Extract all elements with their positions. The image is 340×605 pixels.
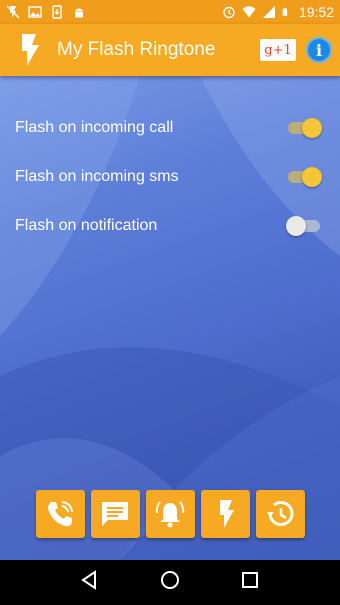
setting-incoming-sms: Flash on incoming sms xyxy=(0,157,340,197)
notification-bell-icon xyxy=(155,501,185,528)
google-plus-one-button[interactable]: g+1 xyxy=(260,39,296,61)
image-icon xyxy=(28,6,42,18)
home-icon xyxy=(161,571,179,589)
call-tab-button[interactable] xyxy=(35,490,85,538)
app-bar: My Flash Ringtone g+1 i xyxy=(0,24,340,76)
incoming-call-toggle[interactable] xyxy=(286,118,322,138)
system-nav-bar xyxy=(0,560,340,605)
recents-button[interactable] xyxy=(239,569,261,596)
download-icon xyxy=(52,5,62,19)
status-right-icons: 19:52 xyxy=(222,4,334,20)
sms-tab-button[interactable] xyxy=(90,490,140,538)
setting-notification: Flash on notification xyxy=(0,206,340,246)
toggle-thumb xyxy=(286,216,306,236)
wifi-icon xyxy=(242,6,256,18)
back-button[interactable] xyxy=(79,569,101,596)
alarm-icon xyxy=(223,6,235,19)
android-icon xyxy=(75,8,83,18)
phone-call-icon xyxy=(48,501,73,527)
back-icon xyxy=(81,570,96,590)
background-wallpaper xyxy=(0,76,340,560)
bottom-tab-bar xyxy=(0,490,340,540)
setting-incoming-call: Flash on incoming call xyxy=(0,108,340,148)
notification-toggle[interactable] xyxy=(286,216,322,236)
status-left-icons xyxy=(6,5,86,19)
flash-icon xyxy=(220,500,234,528)
incoming-sms-toggle[interactable] xyxy=(286,167,322,187)
sms-icon xyxy=(102,502,128,526)
history-icon xyxy=(267,501,294,526)
flash-off-icon xyxy=(6,5,20,19)
setting-label: Flash on notification xyxy=(15,217,158,234)
toggle-thumb xyxy=(302,118,322,138)
settings-panel: Flash on incoming call Flash on incoming… xyxy=(0,76,340,560)
battery-icon xyxy=(282,7,288,16)
notification-tab-button[interactable] xyxy=(145,490,195,538)
setting-label: Flash on incoming call xyxy=(15,119,174,136)
status-time: 19:52 xyxy=(298,4,334,20)
home-button[interactable] xyxy=(159,569,181,596)
setting-label: Flash on incoming sms xyxy=(15,168,179,185)
flash-tab-button[interactable] xyxy=(200,490,250,538)
signal-icon xyxy=(262,6,275,18)
info-button[interactable]: i xyxy=(306,37,332,63)
app-title: My Flash Ringtone xyxy=(57,39,216,60)
status-bar: 19:52 xyxy=(0,0,340,24)
flash-logo-icon xyxy=(22,34,39,66)
recents-icon xyxy=(242,572,258,588)
toggle-thumb xyxy=(302,167,322,187)
history-tab-button[interactable] xyxy=(255,490,305,538)
